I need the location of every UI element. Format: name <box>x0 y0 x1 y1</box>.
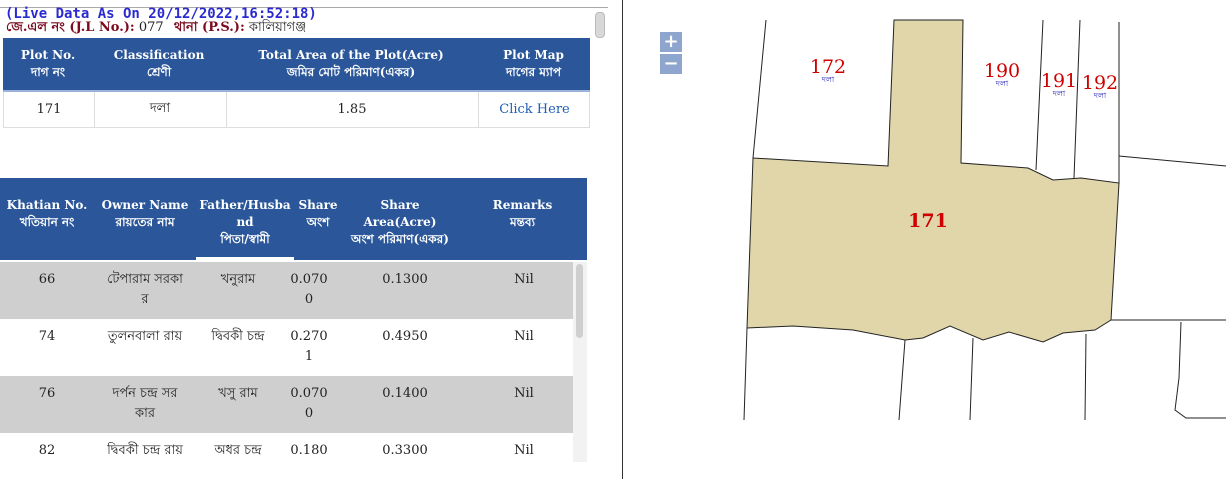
plot-info-panel: (Live Data As On 20/12/2022,16:52:18) জে… <box>0 0 608 479</box>
father-cell: খসু রাম <box>218 386 258 401</box>
header-share-area: Share Area(Acre) অংশ পরিমাণ(একর) <box>351 198 449 246</box>
plot-190-class: দলা <box>995 79 1009 88</box>
owner-cell: দ্বিবকী চন্দ্র রায় <box>107 443 183 458</box>
owner-table-header: Khatian No. খতিয়ান নং Owner Name রায়তের … <box>0 178 587 260</box>
header-owner-name: Owner Name রায়তের নাম <box>101 198 189 229</box>
zoom-in-button[interactable]: + <box>660 32 682 52</box>
header-remarks: Remarks মন্তব্য <box>492 198 553 229</box>
plot-no-cell: 171 <box>4 92 95 127</box>
khatian-cell: 76 <box>38 386 56 401</box>
father-cell: দ্বিবকী চন্দ্র <box>211 329 265 344</box>
owner-cell: দর্পন চন্দ্র সর কার <box>112 386 178 421</box>
owner-cell: টেপারাম সরকা র <box>107 272 183 307</box>
remarks-cell: Nil <box>514 443 534 458</box>
classification-cell: দলা <box>94 92 227 127</box>
jl-ps-info: জে.এল নং (J.L No.): 077 থানা (P.S.): কাল… <box>6 20 306 36</box>
plot-table-row: 171 দলা 1.85 Click Here <box>3 92 590 128</box>
table-row: 82 দ্বিবকী চন্দ্র রায় অধর চন্দ্র 0.180 … <box>0 433 573 462</box>
share-area-cell: 0.4950 <box>382 329 428 344</box>
share-cell: 0.270 1 <box>290 329 328 364</box>
khatian-cell: 66 <box>38 272 56 287</box>
plot-171-polygon[interactable] <box>746 19 1120 343</box>
plot-192-class: দলা <box>1093 91 1107 100</box>
owner-table-scrollbar[interactable] <box>573 262 587 462</box>
header-father-husband: Father/Husba nd পিতা/স্বামী <box>196 178 294 260</box>
header-khatian: Khatian No. খতিয়ান নং <box>6 198 88 229</box>
remarks-cell: Nil <box>514 272 534 287</box>
remarks-cell: Nil <box>514 386 534 401</box>
father-cell: খনুরাম <box>220 272 256 287</box>
khatian-cell: 74 <box>38 329 56 344</box>
plot-171-label: 171 <box>908 210 948 232</box>
header-share: Share অংশ <box>298 198 338 229</box>
jl-label: জে.এল নং (J.L No.): <box>6 20 135 35</box>
plot-172-class: দলা <box>821 75 835 84</box>
khatian-cell: 82 <box>38 443 56 458</box>
remarks-cell: Nil <box>514 329 534 344</box>
jl-value: 077 <box>138 20 164 35</box>
zoom-out-button[interactable]: − <box>660 54 682 74</box>
share-area-cell: 0.1400 <box>382 386 428 401</box>
table-row: 76 দর্পন চন্দ্র সর কার খসু রাম 0.070 0 0.1… <box>0 376 573 433</box>
panel-scrollbar[interactable] <box>595 12 605 38</box>
ps-label: থানা (P.S.): <box>173 20 245 35</box>
header-total-area: Total Area of the Plot(Acre) জমির মোট পরি… <box>258 48 444 79</box>
header-classification: Classification শ্রেণী <box>113 48 205 79</box>
share-cell: 0.180 <box>290 443 328 458</box>
table-row: 66 টেপারাম সরকা র খনুরাম 0.070 0 0.1300 Ni… <box>0 262 573 319</box>
owner-cell: তুলনবালা রায় <box>107 329 183 344</box>
share-cell: 0.070 0 <box>290 272 328 307</box>
table-row: 74 তুলনবালা রায় দ্বিবকী চন্দ্র 0.270 1 0… <box>0 319 573 376</box>
plot-map-cell: Click Here <box>478 92 591 127</box>
header-father-underline <box>196 257 294 260</box>
plot-191-class: দলা <box>1052 89 1066 98</box>
plot-map-link[interactable]: Click Here <box>499 102 570 117</box>
cadastral-map[interactable]: 171 172 দলা 190 দলা 191 দলা 192 দলা <box>623 0 1226 479</box>
plot-map-view[interactable]: 171 172 দলা 190 দলা 191 দলা 192 দলা + − <box>623 0 1226 479</box>
scrollbar-thumb[interactable] <box>576 264 583 338</box>
father-cell: অধর চন্দ্র <box>214 443 262 458</box>
header-plot-no: Plot No. দাগ নং <box>20 48 76 79</box>
header-plot-map: Plot Map দাগের ম্যাপ <box>503 48 564 79</box>
share-area-cell: 0.3300 <box>382 443 428 458</box>
ps-value: কালিয়াগঞ্জ <box>248 20 307 35</box>
plot-table-header: Plot No. দাগ নং Classification শ্রেণী Tota… <box>3 38 590 92</box>
owner-table-body: 66 টেপারাম সরকা র খনুরাম 0.070 0 0.1300 Ni… <box>0 262 573 462</box>
share-area-cell: 0.1300 <box>382 272 428 287</box>
share-cell: 0.070 0 <box>290 386 328 421</box>
area-cell: 1.85 <box>226 92 479 127</box>
